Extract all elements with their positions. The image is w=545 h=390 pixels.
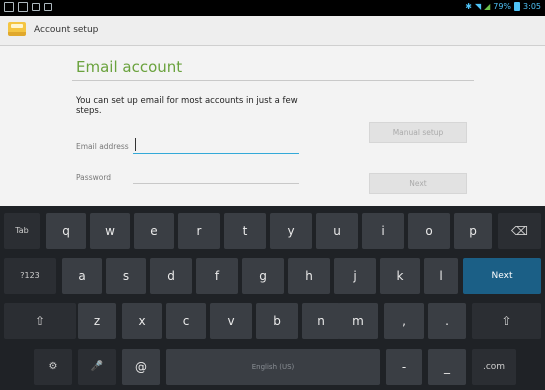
screenshot-icon [18,2,28,12]
key-c[interactable]: c [166,303,206,339]
key-x[interactable]: x [122,303,162,339]
key-e[interactable]: e [134,213,174,249]
text-cursor [135,138,136,151]
battery-text: 79% [493,2,512,11]
underscore-key[interactable]: _ [428,349,466,385]
symbols-key[interactable]: ?123 [4,258,56,294]
manual-setup-button[interactable]: Manual setup [369,122,467,143]
next-button[interactable]: Next [369,173,467,194]
key-q[interactable]: q [46,213,86,249]
key-z[interactable]: z [78,303,116,339]
key-v[interactable]: v [210,303,252,339]
tab-key[interactable]: Tab [4,213,40,249]
key-i[interactable]: i [362,213,404,249]
heading-divider [72,80,474,81]
key-a[interactable]: a [62,258,102,294]
bluetooth-icon: ✱ [465,2,472,11]
settings-key[interactable]: ⚙ [34,349,72,385]
password-field[interactable] [133,170,299,184]
account-setup-form: Email account You can set up email for m… [0,46,545,206]
notification-icon [4,2,14,12]
intro-text: You can set up email for most accounts i… [76,96,298,116]
battery-icon [514,2,521,11]
microphone-key[interactable]: 🎤 [78,349,116,385]
signal-icon: ◢ [484,2,491,11]
email-app-icon[interactable] [8,22,26,36]
status-left-icons [4,2,52,12]
key-d[interactable]: d [150,258,192,294]
next-key[interactable]: Next [463,258,541,294]
key-f[interactable]: f [196,258,238,294]
key-r[interactable]: r [178,213,220,249]
email-field[interactable] [133,138,299,154]
key-w[interactable]: w [90,213,130,249]
action-bar-title: Account setup [34,25,99,35]
dotcom-key[interactable]: .com [472,349,516,385]
password-label: Password [76,173,112,182]
backspace-key[interactable]: ⌫ [498,213,541,249]
key-t[interactable]: t [224,213,266,249]
key-b[interactable]: b [256,303,298,339]
key-u[interactable]: u [316,213,358,249]
key-g[interactable]: g [242,258,284,294]
android-icon [44,3,52,11]
key-k[interactable]: k [380,258,420,294]
wifi-icon: ◥ [474,2,482,11]
usb-icon [32,3,40,11]
key-comma[interactable]: , [384,303,424,339]
shift-key-left[interactable]: ⇧ [4,303,76,339]
status-bar: ✱ ◥ ◢ 79% 3:05 [0,0,545,16]
space-key[interactable]: English (US) [166,349,380,385]
dash-key[interactable]: - [386,349,422,385]
key-m[interactable]: m [338,303,378,339]
key-h[interactable]: h [288,258,330,294]
key-y[interactable]: y [270,213,312,249]
soft-keyboard: Tab q w e r t y u i o p ⌫ ?123 a s d f g… [0,206,545,390]
email-label: Email address [76,142,129,151]
key-l[interactable]: l [424,258,458,294]
shift-key-right[interactable]: ⇧ [472,303,541,339]
key-s[interactable]: s [106,258,146,294]
at-key[interactable]: @ [122,349,160,385]
key-j[interactable]: j [334,258,376,294]
key-p[interactable]: p [454,213,492,249]
key-n[interactable]: n [302,303,340,339]
status-right: ✱ ◥ ◢ 79% 3:05 [465,2,541,11]
action-bar: Account setup [0,16,545,46]
clock-time: 3:05 [523,2,541,11]
key-o[interactable]: o [408,213,450,249]
page-title: Email account [76,58,183,76]
key-period[interactable]: . [428,303,466,339]
